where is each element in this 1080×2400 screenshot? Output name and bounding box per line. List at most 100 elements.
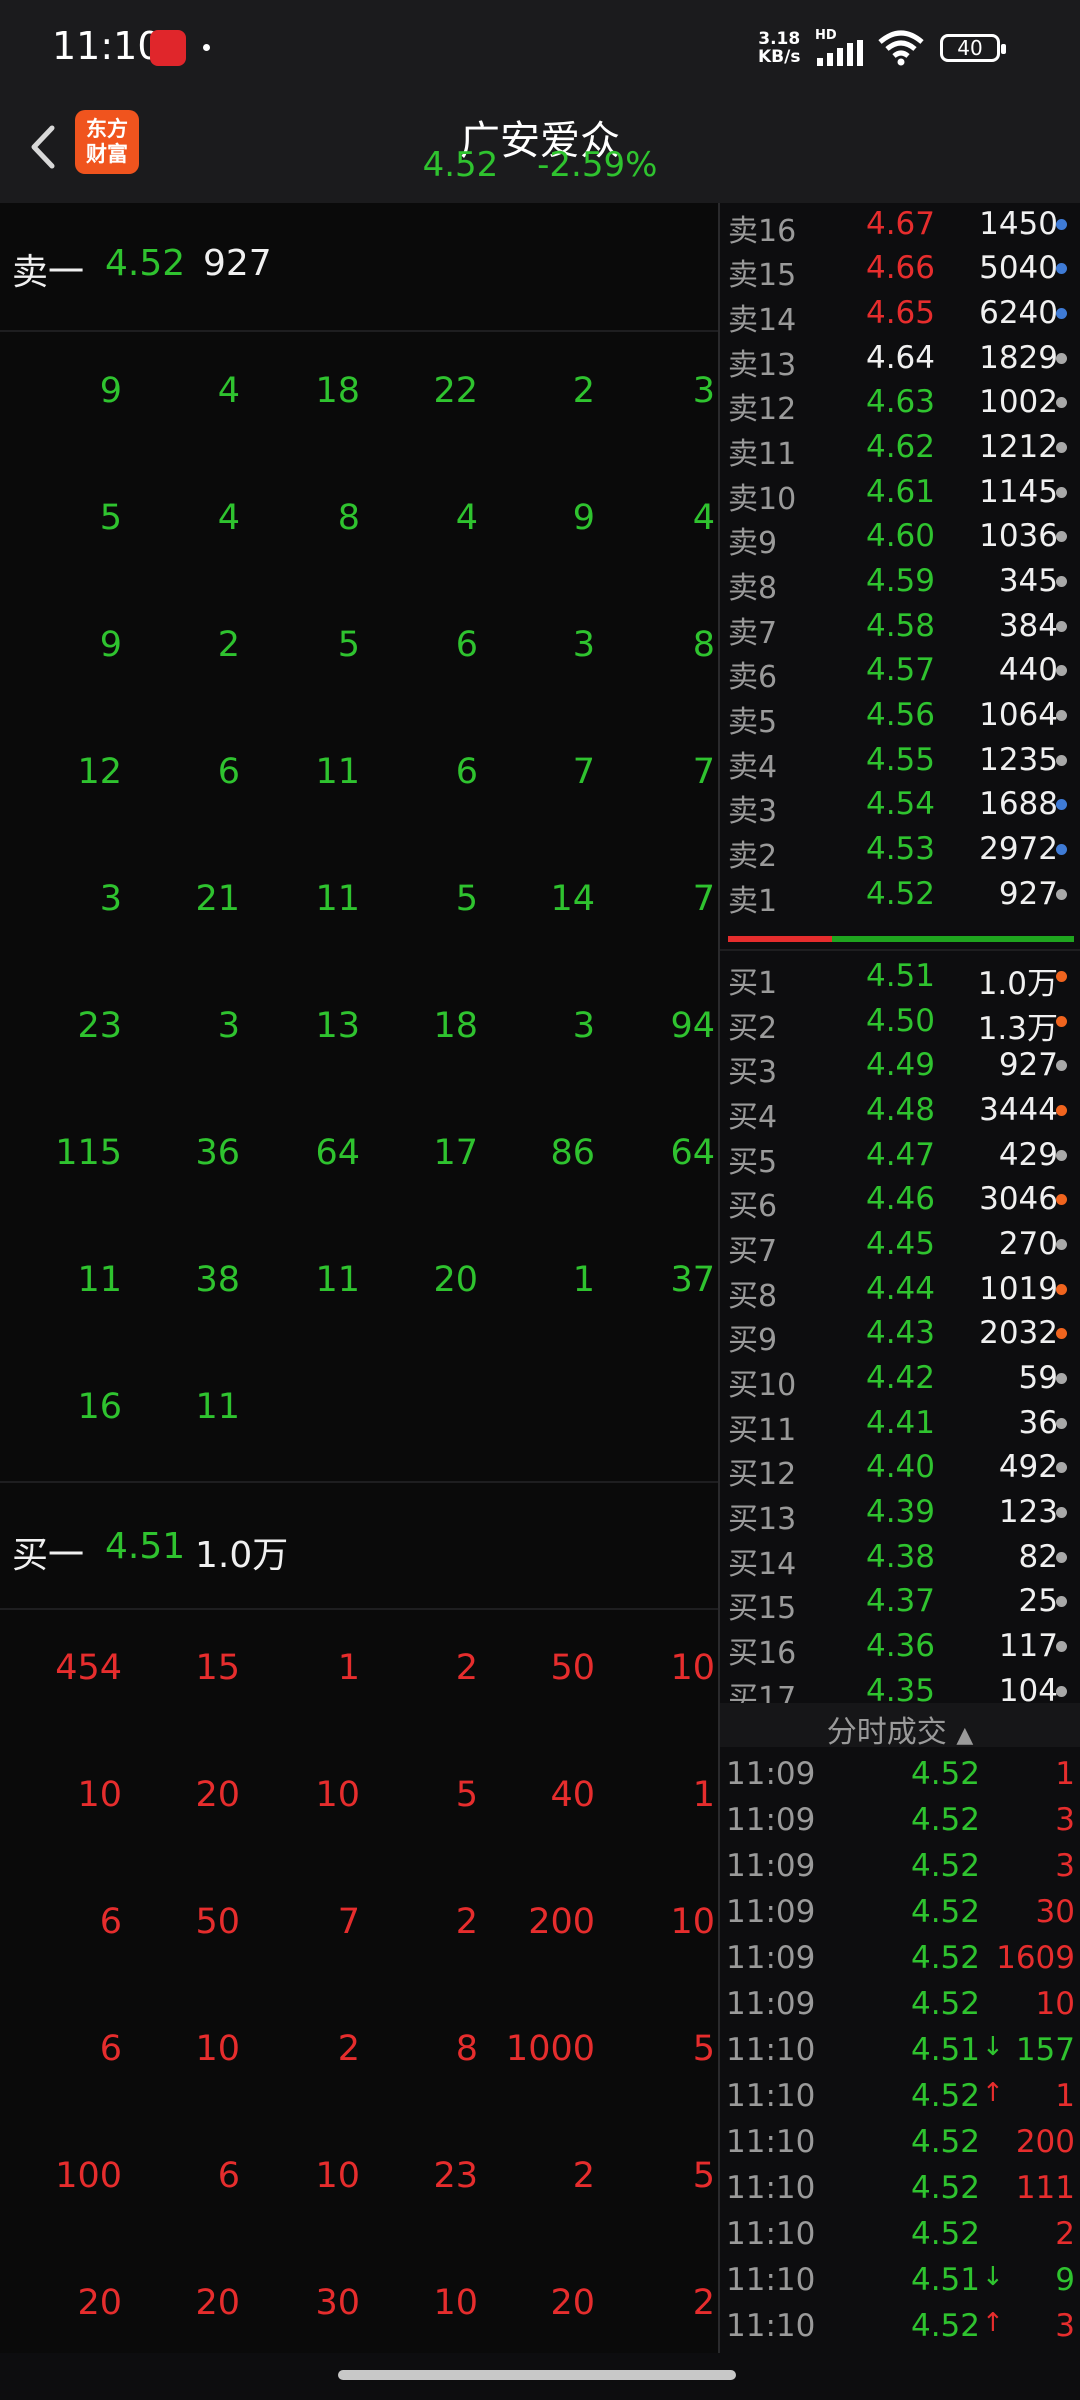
buy-queue-order-cell: 5 — [692, 2156, 715, 2196]
ask-row[interactable]: 卖7 4.58 384 — [720, 604, 1080, 651]
ask-row[interactable]: 卖3 4.54 1688 — [720, 782, 1080, 829]
ask-price: 4.53 — [865, 830, 935, 867]
bid-row[interactable]: 买9 4.43 2032 — [720, 1311, 1080, 1358]
bid-row[interactable]: 买1 4.51 1.0万 — [720, 954, 1080, 1002]
bid-row[interactable]: 买2 4.50 1.3万 — [720, 999, 1080, 1047]
buy-queue-order-cell: 1000 — [505, 2029, 595, 2069]
ask-level-label: 卖16 — [728, 213, 797, 249]
sell-queue-order-cell: 21 — [195, 879, 240, 919]
ask-row[interactable]: 卖12 4.63 1002 — [720, 380, 1080, 427]
bid-row[interactable]: 买4 4.48 3444 — [720, 1088, 1080, 1135]
bid-row[interactable]: 买7 4.45 270 — [720, 1222, 1080, 1269]
tick-time: 11:09 — [726, 1940, 816, 1976]
buy-queue-order-cell: 15 — [195, 1648, 240, 1688]
ask-row[interactable]: 卖10 4.61 1145 — [720, 470, 1080, 517]
sell-queue-order-cell: 115 — [55, 1133, 122, 1173]
ask-row[interactable]: 卖6 4.57 440 — [720, 648, 1080, 695]
buy-queue-order-cell: 20 — [550, 2283, 595, 2323]
bid-row[interactable]: 买3 4.49 927 — [720, 1043, 1080, 1090]
bid-row[interactable]: 买8 4.44 1019 — [720, 1267, 1080, 1314]
ask-level-label: 卖9 — [728, 526, 778, 562]
dot-indicator-icon — [1056, 1551, 1067, 1563]
bid-row[interactable]: 买10 4.42 59 — [720, 1356, 1080, 1403]
stock-price: 4.52 — [422, 145, 499, 185]
bid-volume: 1.3万 — [977, 1010, 1058, 1047]
tick-row: 11:10 4.52 200 — [720, 2119, 1080, 2165]
dot-indicator-icon — [1056, 888, 1067, 900]
buy-queue-order-cell: 7 — [337, 1902, 360, 1942]
ask-price: 4.59 — [865, 562, 935, 599]
dot-indicator-icon — [1056, 307, 1067, 319]
sell-queue-order-cell: 7 — [692, 752, 715, 792]
ask-volume: 1235 — [979, 741, 1058, 778]
bid-level-label: 买16 — [728, 1635, 797, 1671]
bid-level-label: 买10 — [728, 1367, 797, 1403]
bid-row[interactable]: 买11 4.41 36 — [720, 1401, 1080, 1448]
bid-row[interactable]: 买14 4.38 82 — [720, 1535, 1080, 1582]
sell-queue-order-cell: 13 — [315, 1006, 360, 1046]
buy-queue-order-cell: 100 — [55, 2156, 122, 2196]
ask-row[interactable]: 卖8 4.59 345 — [720, 559, 1080, 606]
dot-indicator-icon — [1056, 709, 1067, 721]
ask-row[interactable]: 卖15 4.66 5040 — [720, 246, 1080, 293]
bid-row[interactable]: 买16 4.36 117 — [720, 1624, 1080, 1671]
ask-row[interactable]: 卖5 4.56 1064 — [720, 693, 1080, 740]
bid-row[interactable]: 买15 4.37 25 — [720, 1579, 1080, 1626]
tick-row: 11:10 4.51 ↓ 9 — [720, 2257, 1080, 2303]
home-indicator[interactable] — [338, 2370, 736, 2380]
bid-row[interactable]: 买5 4.47 429 — [720, 1133, 1080, 1180]
bid-price: 4.47 — [865, 1136, 935, 1173]
ask-volume: 927 — [998, 875, 1058, 912]
ask-row[interactable]: 卖9 4.60 1036 — [720, 514, 1080, 561]
sell-queue-order-cell: 18 — [433, 1006, 478, 1046]
status-time: 11:10 — [52, 24, 162, 68]
ask-row[interactable]: 卖16 4.67 1450 — [720, 203, 1080, 249]
ask-ratio-segment — [831, 936, 1074, 942]
bid-volume: 36 — [1018, 1404, 1058, 1441]
sell-queue-order-cell: 4 — [217, 371, 240, 411]
dot-indicator-icon — [1056, 352, 1067, 364]
buy-queue-order-cell: 200 — [528, 1902, 595, 1942]
buy-queue-order-cell: 8 — [455, 2029, 478, 2069]
tick-trades-header[interactable]: 分时成交 ▲ — [720, 1703, 1080, 1750]
ask-row[interactable]: 卖2 4.53 2972 — [720, 827, 1080, 874]
tick-time: 11:09 — [726, 1986, 816, 2022]
sell-one-price: 4.52 — [105, 243, 186, 284]
ask-level-label: 卖4 — [728, 749, 778, 785]
stock-quote: 4.52 -2.59% — [0, 145, 1080, 185]
dot-indicator-icon — [1056, 843, 1067, 855]
order-book-panel[interactable]: 卖174.681380卖164.671450卖154.665040卖144.65… — [720, 203, 1080, 2353]
ask-price: 4.65 — [865, 294, 935, 331]
sell-queue-order-cell: 17 — [433, 1133, 478, 1173]
dot-indicator-icon — [1056, 1060, 1067, 1072]
ask-row[interactable]: 卖1 4.52 927 — [720, 872, 1080, 919]
sell-queue-row: 9 2 5 6 3 8 — [0, 587, 718, 714]
buy-queue-order-cell: 50 — [195, 1902, 240, 1942]
ask-row[interactable]: 卖4 4.55 1235 — [720, 738, 1080, 785]
bid-row[interactable]: 买12 4.40 492 — [720, 1445, 1080, 1492]
ask-row[interactable]: 卖11 4.62 1212 — [720, 425, 1080, 472]
bid-row[interactable]: 买13 4.39 123 — [720, 1490, 1080, 1537]
dot-indicator-icon — [1056, 1417, 1067, 1429]
sell-one-label: 卖一 — [12, 252, 85, 293]
buy-queue-order-cell: 2 — [692, 2283, 715, 2323]
bid-volume: 2032 — [979, 1315, 1058, 1352]
bid-price: 4.36 — [865, 1627, 935, 1664]
sell-queue-order-cell: 6 — [455, 625, 478, 665]
sell-queue-order-cell: 11 — [315, 752, 360, 792]
sell-queue-order-cell: 64 — [315, 1133, 360, 1173]
bid-row[interactable]: 买6 4.46 3046 — [720, 1177, 1080, 1224]
sell-queue-order-cell: 23 — [77, 1006, 122, 1046]
ask-row[interactable]: 卖13 4.64 1829 — [720, 336, 1080, 383]
bid-price: 4.43 — [865, 1315, 935, 1352]
bid-volume: 82 — [1018, 1538, 1058, 1575]
bid-level-label: 买14 — [728, 1546, 797, 1582]
ask-level-label: 卖2 — [728, 838, 778, 874]
ask-row[interactable]: 卖14 4.65 6240 — [720, 291, 1080, 338]
dot-indicator-icon — [1056, 620, 1067, 632]
dot-indicator-icon — [1056, 531, 1067, 543]
sell-queue-order-cell: 3 — [99, 879, 122, 919]
bid-price: 4.48 — [865, 1091, 935, 1128]
tick-time: 11:10 — [726, 2078, 816, 2114]
bid-price: 4.42 — [865, 1359, 935, 1396]
